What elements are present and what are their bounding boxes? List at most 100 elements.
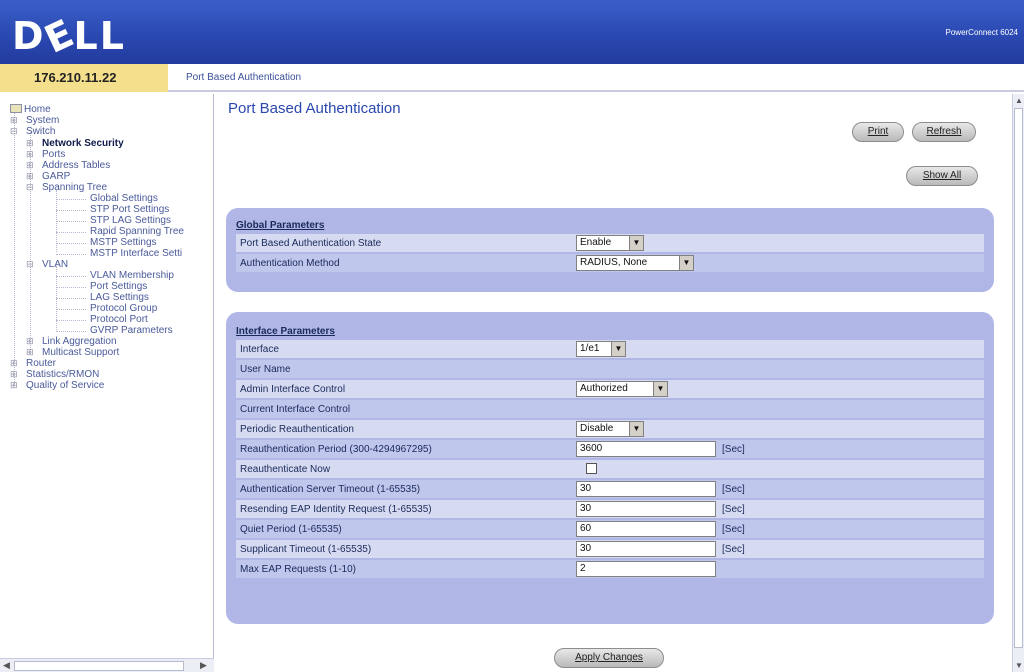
sec-unit: [Sec]: [722, 544, 745, 555]
row-interface: Interface 1/e1 ▼: [236, 340, 984, 358]
tree-item-port-settings[interactable]: Port Settings: [90, 281, 147, 292]
collapse-icon[interactable]: ⊟: [26, 182, 34, 193]
server-timeout-input[interactable]: 30: [576, 481, 716, 497]
row-periodic-reauth: Periodic Reauthentication Disable ▼: [236, 420, 984, 438]
expand-icon[interactable]: ⊞: [26, 149, 34, 160]
tree-item-garp[interactable]: GARP: [42, 171, 70, 182]
tree-item-stp-port-settings[interactable]: STP Port Settings: [90, 204, 169, 215]
supplicant-timeout-input[interactable]: 30: [576, 541, 716, 557]
tree-branch-line: [56, 199, 86, 200]
tree-item-vlan-membership[interactable]: VLAN Membership: [90, 270, 174, 281]
scroll-right-icon[interactable]: ▶: [200, 660, 207, 671]
collapse-icon[interactable]: ⊟: [26, 259, 34, 270]
tree-branch-line: [56, 309, 86, 310]
apply-changes-button[interactable]: Apply Changes: [554, 648, 664, 668]
row-quiet-period: Quiet Period (1-65535) 60 [Sec]: [236, 520, 984, 538]
tree-item-spanning-tree[interactable]: Spanning Tree: [42, 182, 107, 193]
model-name: PowerConnect 6024: [945, 28, 1019, 37]
tree-item-statistics-rmon[interactable]: Statistics/RMON: [26, 369, 99, 380]
folder-icon: [10, 104, 22, 113]
resend-eap-input[interactable]: 30: [576, 501, 716, 517]
show-all-button[interactable]: Show All: [906, 166, 978, 186]
expand-icon[interactable]: ⊞: [26, 138, 34, 149]
tree-branch-line: [56, 287, 86, 288]
supplicant-timeout-label: Supplicant Timeout (1-65535): [240, 544, 372, 555]
expand-icon[interactable]: ⊞: [26, 171, 34, 182]
periodic-reauth-select[interactable]: Disable ▼: [576, 421, 644, 437]
tree-item-switch[interactable]: Switch: [26, 126, 55, 137]
tree-item-mstp-interface-setti[interactable]: MSTP Interface Setti: [90, 248, 182, 259]
tree-item-protocol-port[interactable]: Protocol Port: [90, 314, 148, 325]
tree-item-address-tables[interactable]: Address Tables: [42, 160, 110, 171]
page-title: Port Based Authentication: [228, 100, 401, 117]
expand-icon[interactable]: ⊞: [10, 369, 18, 380]
auth-method-select[interactable]: RADIUS, None ▼: [576, 255, 694, 271]
main-content: Port Based Authentication Print Refresh …: [216, 94, 1012, 672]
tree-item-stp-lag-settings[interactable]: STP LAG Settings: [90, 215, 171, 226]
scroll-down-icon[interactable]: ▼: [1015, 661, 1023, 670]
admin-control-label: Admin Interface Control: [240, 384, 346, 395]
auth-method-label: Authentication Method: [240, 258, 340, 269]
quiet-period-label: Quiet Period (1-65535): [240, 524, 342, 535]
tree-branch-line: [56, 298, 86, 299]
row-admin-control: Admin Interface Control Authorized ▼: [236, 380, 984, 398]
dropdown-arrow-icon: ▼: [653, 382, 667, 396]
tree-item-rapid-spanning-tree[interactable]: Rapid Spanning Tree: [90, 226, 184, 237]
row-max-eap: Max EAP Requests (1-10) 2: [236, 560, 984, 578]
scrollbar-thumb[interactable]: [14, 661, 184, 671]
scrollbar-thumb[interactable]: [1014, 108, 1023, 648]
address-bar: 176.210.11.22 Port Based Authentication: [0, 64, 1024, 92]
header-bar: DELL PowerConnect 6024: [0, 0, 1024, 64]
tree-item-lag-settings[interactable]: LAG Settings: [90, 292, 149, 303]
expand-icon[interactable]: ⊞: [26, 347, 34, 358]
scroll-left-icon[interactable]: ◀: [3, 660, 10, 671]
sidebar-horizontal-scrollbar[interactable]: ◀ ▶: [0, 658, 214, 672]
tree-item-vlan[interactable]: VLAN: [42, 259, 68, 270]
device-ip: 176.210.11.22: [0, 64, 168, 92]
interface-select[interactable]: 1/e1 ▼: [576, 341, 626, 357]
tree-branch-line: [56, 331, 86, 332]
row-auth-method: Authentication Method RADIUS, None ▼: [236, 254, 984, 272]
tree-item-link-aggregation[interactable]: Link Aggregation: [42, 336, 117, 347]
expand-icon[interactable]: ⊞: [26, 336, 34, 347]
periodic-reauth-value: Disable: [580, 423, 614, 434]
periodic-reauth-label: Periodic Reauthentication: [240, 424, 354, 435]
tree-branch-line: [56, 221, 86, 222]
tree-item-protocol-group[interactable]: Protocol Group: [90, 303, 157, 314]
sec-unit: [Sec]: [722, 444, 745, 455]
print-button[interactable]: Print: [852, 122, 904, 142]
navigation-tree: Home ⊞ System ⊟ Switch ⊞ Network Security ⊞ Port…: [0, 94, 214, 672]
tree-item-router[interactable]: Router: [26, 358, 56, 369]
quiet-period-input[interactable]: 60: [576, 521, 716, 537]
tree-item-home[interactable]: Home: [10, 104, 51, 115]
reauth-now-checkbox[interactable]: [586, 463, 597, 474]
tree-item-system[interactable]: System: [26, 115, 59, 126]
reauth-period-input[interactable]: 3600: [576, 441, 716, 457]
row-resend-eap: Resending EAP Identity Request (1-65535)…: [236, 500, 984, 518]
reauth-period-label: Reauthentication Period (300-4294967295): [240, 444, 432, 455]
tree-item-mstp-settings[interactable]: MSTP Settings: [90, 237, 157, 248]
tree-item-ports[interactable]: Ports: [42, 149, 65, 160]
expand-icon[interactable]: ⊞: [26, 160, 34, 171]
max-eap-input[interactable]: 2: [576, 561, 716, 577]
interface-label: Interface: [240, 344, 279, 355]
dropdown-arrow-icon: ▼: [629, 422, 643, 436]
refresh-button[interactable]: Refresh: [912, 122, 976, 142]
expand-icon[interactable]: ⊞: [10, 380, 18, 391]
tree-branch-line: [56, 243, 86, 244]
tree-item-network-security[interactable]: Network Security: [42, 138, 124, 149]
dell-logo: DELL: [12, 10, 126, 62]
sec-unit: [Sec]: [722, 484, 745, 495]
admin-control-select[interactable]: Authorized ▼: [576, 381, 668, 397]
auth-state-select[interactable]: Enable ▼: [576, 235, 644, 251]
collapse-icon[interactable]: ⊟: [10, 126, 18, 137]
tree-item-multicast-support[interactable]: Multicast Support: [42, 347, 119, 358]
main-vertical-scrollbar[interactable]: ▲ ▼: [1012, 94, 1024, 672]
scroll-up-icon[interactable]: ▲: [1015, 96, 1023, 105]
tree-item-quality-of-service[interactable]: Quality of Service: [26, 380, 104, 391]
expand-icon[interactable]: ⊞: [10, 358, 18, 369]
server-timeout-label: Authentication Server Timeout (1-65535): [240, 484, 421, 495]
expand-icon[interactable]: ⊞: [10, 115, 18, 126]
tree-item-global-settings[interactable]: Global Settings: [90, 193, 158, 204]
tree-item-gvrp-parameters[interactable]: GVRP Parameters: [90, 325, 173, 336]
